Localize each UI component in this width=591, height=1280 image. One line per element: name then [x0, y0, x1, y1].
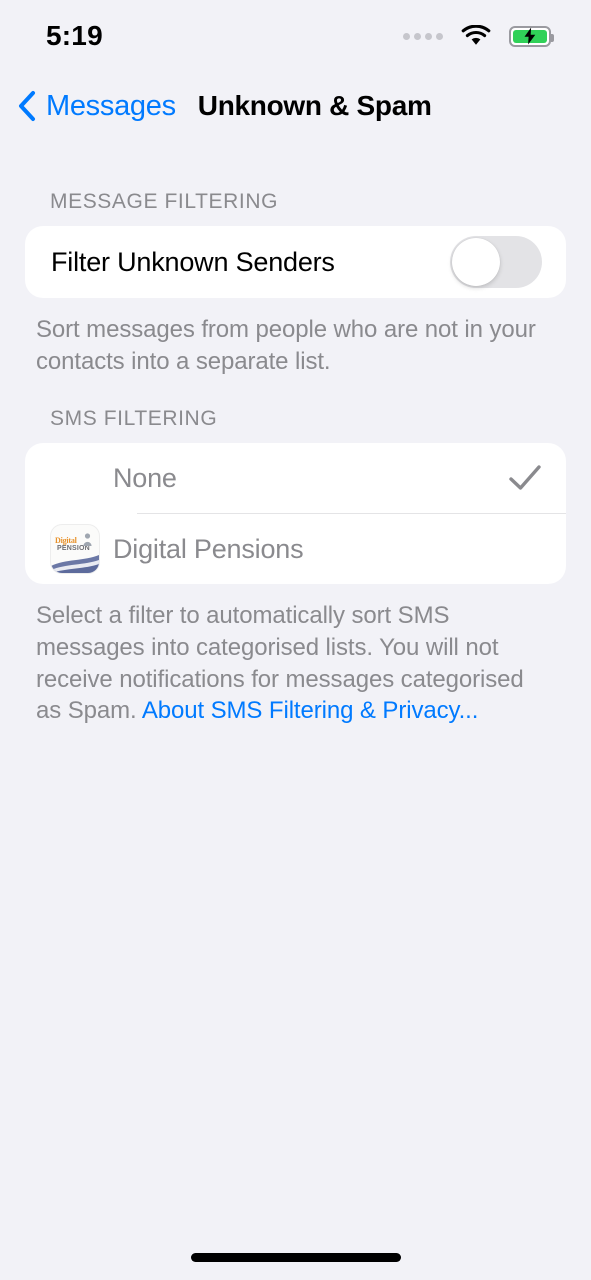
swoosh-graphic-icon [51, 555, 99, 574]
settings-content: MESSAGE FILTERING Filter Unknown Senders… [0, 160, 591, 727]
sms-filtering-footer: Select a filter to automatically sort SM… [0, 584, 591, 727]
filter-unknown-senders-row[interactable]: Filter Unknown Senders [25, 226, 566, 298]
section-header-sms-filtering: SMS FILTERING [50, 407, 218, 431]
back-button[interactable]: Messages [14, 89, 176, 123]
back-button-label: Messages [46, 89, 176, 122]
status-bar-time: 5:19 [46, 20, 103, 51]
about-sms-filtering-privacy-link[interactable]: About SMS Filtering & Privacy... [142, 697, 479, 724]
battery-charging-icon [509, 25, 554, 47]
wifi-icon [461, 25, 491, 45]
section-header-message-filtering: MESSAGE FILTERING [50, 190, 279, 213]
sms-filter-option-label: None [113, 462, 177, 493]
sms-filter-option-label: Digital Pensions [113, 533, 304, 564]
chevron-left-icon [19, 91, 35, 121]
home-indicator[interactable] [190, 1253, 401, 1262]
iphone-settings-screen: 5:19 Messages Unknown & Spam MESSAGE FIL… [0, 0, 591, 1280]
page-title: Unknown & Spam [197, 90, 432, 121]
signal-dots-icon [403, 32, 443, 40]
checkmark-icon [509, 465, 541, 491]
digital-pension-app-icon: Digital PENSION [51, 525, 99, 574]
status-bar: 5:19 [0, 0, 591, 72]
filter-unknown-senders-label: Filter Unknown Senders [51, 246, 335, 277]
message-filtering-card: Filter Unknown Senders [25, 226, 566, 298]
app-icon-text-bottom: PENSION [57, 545, 90, 553]
toggle-knob [452, 238, 500, 286]
message-filtering-footer: Sort messages from people who are not in… [36, 316, 536, 375]
person-glyph-icon [83, 533, 92, 547]
sms-filter-option-none[interactable]: None [25, 443, 566, 513]
charging-bolt-icon [524, 27, 536, 45]
filter-unknown-senders-toggle[interactable] [450, 236, 542, 288]
status-bar-indicators [403, 25, 554, 47]
navigation-header: Messages Unknown & Spam [0, 78, 591, 134]
app-icon-text-top: Digital [55, 536, 77, 546]
icon-slot: Digital PENSION [51, 525, 113, 574]
sms-filter-option-digital-pensions[interactable]: Digital PENSION Digital Pensions [25, 514, 566, 584]
sms-filtering-card: None Digital PENSION Digital Pensions [25, 443, 566, 585]
